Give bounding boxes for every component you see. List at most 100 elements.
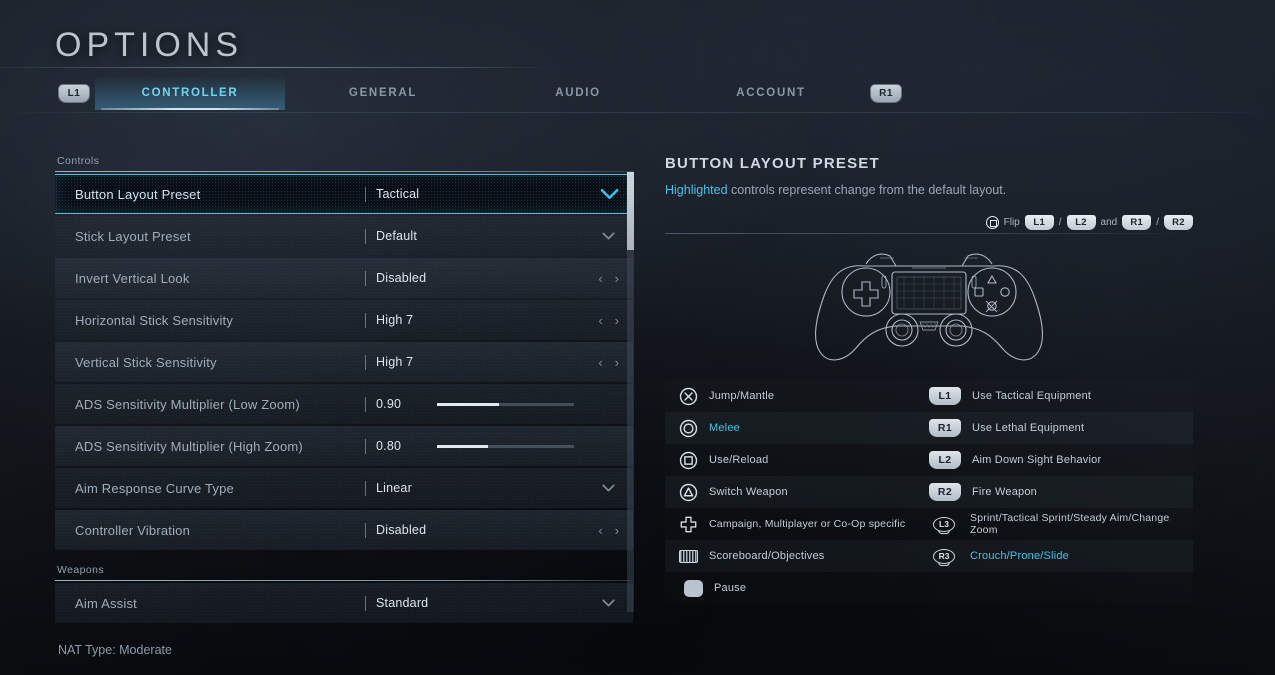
binding-left: Scoreboard/Objectives	[679, 549, 929, 563]
binding-right: R2 Fire Weapon	[929, 483, 1179, 501]
detail-divider	[665, 233, 1193, 234]
right-bumper-hint: R1	[870, 84, 902, 103]
setting-label: Horizontal Stick Sensitivity	[75, 312, 234, 328]
setting-row[interactable]: ADS Sensitivity Multiplier (Low Zoom) 0.9…	[55, 384, 633, 424]
flip-separator-2: /	[1156, 216, 1159, 228]
setting-row[interactable]: Aim Assist Standard	[55, 583, 633, 623]
arrow-left-icon[interactable]: ‹	[598, 314, 602, 327]
key-l2-icon: L2	[929, 451, 961, 469]
section-divider	[55, 580, 633, 581]
arrow-right-icon[interactable]: ›	[615, 524, 619, 537]
binding-label: Melee	[709, 421, 740, 434]
ps-cross-icon	[679, 387, 698, 406]
slider-fill	[437, 402, 499, 406]
arrow-right-icon[interactable]: ›	[615, 356, 619, 369]
binding-row: Pause	[665, 572, 1193, 604]
arrow-right-icon[interactable]: ›	[615, 272, 619, 285]
arrow-right-icon[interactable]: ›	[615, 314, 619, 327]
stepper-arrows: ‹ ›	[598, 356, 619, 369]
setting-value: Disabled	[365, 270, 426, 286]
stick-r3-icon: R3	[929, 547, 959, 566]
detail-panel: BUTTON LAYOUT PRESET Highlighted control…	[665, 155, 1193, 604]
dualshock-controller-diagram	[665, 236, 1193, 376]
binding-label: Fire Weapon	[972, 485, 1037, 498]
ps-square-icon	[679, 451, 698, 470]
stepper-arrows: ‹ ›	[598, 272, 619, 285]
setting-row[interactable]: Vertical Stick Sensitivity High 7 ‹ ›	[55, 342, 633, 382]
setting-label: Button Layout Preset	[75, 186, 201, 202]
tab-general[interactable]: GENERAL	[318, 76, 448, 110]
binding-label: Aim Down Sight Behavior	[972, 453, 1102, 466]
detail-description: Highlighted controls represent change fr…	[665, 183, 1193, 197]
stick-base	[938, 529, 950, 534]
tab-controller[interactable]: CONTROLLER	[95, 76, 285, 110]
key-r1-icon: R1	[929, 419, 961, 437]
setting-row[interactable]: ADS Sensitivity Multiplier (High Zoom) 0.…	[55, 426, 633, 466]
arrow-left-icon[interactable]: ‹	[598, 356, 602, 369]
binding-right: R1 Use Lethal Equipment	[929, 419, 1179, 437]
button-bindings-list: Jump/Mantle L1 Use Tactical Equipment Melee…	[665, 380, 1193, 604]
highlight-word: Highlighted	[665, 183, 728, 197]
section-label-controls: Controls	[57, 155, 100, 167]
key-r2: R2	[1164, 214, 1193, 230]
section-label-weapons: Weapons	[57, 564, 104, 576]
arrow-left-icon[interactable]: ‹	[598, 272, 602, 285]
binding-left: Jump/Mantle	[679, 387, 929, 406]
flip-hint[interactable]: Flip L1 / L2 and R1 / R2	[665, 211, 1193, 233]
setting-row[interactable]: Aim Response Curve Type Linear	[55, 468, 633, 508]
binding-row: Scoreboard/Objectives R3 Crouch/Prone/Slid…	[665, 540, 1193, 572]
detail-title: BUTTON LAYOUT PRESET	[665, 155, 880, 172]
setting-label: Aim Assist	[75, 595, 137, 611]
settings-list[interactable]: Controls Button Layout Preset Tactical Stic…	[55, 155, 633, 623]
key-r1: R1	[1122, 214, 1152, 230]
setting-value: High 7	[365, 312, 413, 328]
key-r2-icon: R2	[929, 483, 961, 501]
tab-account[interactable]: ACCOUNT	[706, 76, 836, 110]
binding-right: L2 Aim Down Sight Behavior	[929, 451, 1179, 469]
setting-value: Tactical	[365, 186, 419, 202]
stick-l3-icon: L3	[929, 515, 959, 534]
page-title: OPTIONS	[55, 26, 244, 64]
setting-label: ADS Sensitivity Multiplier (High Zoom)	[75, 438, 303, 454]
setting-value: Linear	[365, 480, 412, 496]
arrow-left-icon[interactable]: ‹	[598, 524, 602, 537]
setting-row[interactable]: Invert Vertical Look Disabled ‹ ›	[55, 258, 633, 298]
tab-audio[interactable]: AUDIO	[513, 76, 643, 110]
setting-label: Invert Vertical Look	[75, 270, 190, 286]
binding-right: L3 Sprint/Tactical Sprint/Steady Aim/Chan…	[929, 512, 1179, 537]
setting-label: Aim Response Curve Type	[75, 480, 234, 496]
binding-label: Use/Reload	[709, 453, 769, 466]
stepper-arrows: ‹ ›	[598, 524, 619, 537]
stepper-arrows: ‹ ›	[598, 314, 619, 327]
flip-conjunction: and	[1100, 216, 1118, 228]
setting-row[interactable]: Button Layout Preset Tactical	[55, 174, 633, 214]
binding-label: Switch Weapon	[709, 485, 788, 498]
flip-separator-1: /	[1058, 216, 1062, 228]
key-l1: L1	[1024, 214, 1054, 230]
setting-value: Disabled	[365, 522, 426, 538]
binding-label: Campaign, Multiplayer or Co-Op specific	[709, 517, 906, 530]
left-bumper-hint: L1	[58, 84, 90, 103]
setting-value: High 7	[365, 354, 413, 370]
title-divider	[0, 67, 552, 68]
scrollbar-thumb[interactable]	[627, 172, 634, 250]
setting-slider[interactable]	[437, 402, 575, 406]
binding-left: Switch Weapon	[679, 483, 929, 502]
ps-triangle-icon	[679, 483, 698, 502]
chevron-down-icon[interactable]	[602, 484, 615, 492]
chevron-down-icon[interactable]	[602, 232, 615, 240]
setting-row[interactable]: Controller Vibration Disabled ‹ ›	[55, 510, 633, 550]
binding-label: Jump/Mantle	[709, 389, 775, 402]
chevron-down-icon[interactable]	[600, 188, 619, 200]
scrollbar-track[interactable]	[627, 172, 634, 612]
chevron-down-icon[interactable]	[602, 599, 615, 607]
setting-label: Controller Vibration	[75, 522, 191, 538]
binding-label: Scoreboard/Objectives	[709, 549, 825, 562]
setting-label: ADS Sensitivity Multiplier (Low Zoom)	[75, 396, 300, 412]
setting-value: 0.90	[365, 396, 401, 412]
setting-row[interactable]: Stick Layout Preset Default	[55, 216, 633, 256]
setting-row[interactable]: Horizontal Stick Sensitivity High 7 ‹ ›	[55, 300, 633, 340]
binding-row: Switch Weapon R2 Fire Weapon	[665, 476, 1193, 508]
binding-row: Use/Reload L2 Aim Down Sight Behavior	[665, 444, 1193, 476]
setting-slider[interactable]	[437, 444, 575, 448]
